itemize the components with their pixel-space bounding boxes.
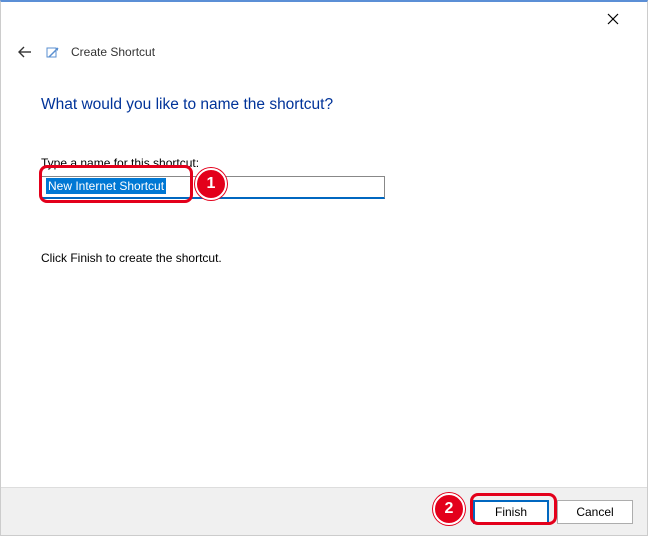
- button-bar: Finish Cancel: [1, 487, 647, 535]
- shortcut-name-input[interactable]: New Internet Shortcut: [41, 176, 385, 199]
- name-field-label: Type a name for this shortcut:: [41, 156, 607, 170]
- close-icon: [607, 13, 619, 25]
- instruction-text: Click Finish to create the shortcut.: [41, 251, 607, 265]
- close-button[interactable]: [591, 4, 635, 34]
- wizard-header: Create Shortcut: [1, 36, 647, 62]
- back-arrow-icon: [17, 44, 33, 60]
- cancel-button[interactable]: Cancel: [557, 500, 633, 524]
- shortcut-wizard-icon: [45, 44, 61, 60]
- wizard-title: Create Shortcut: [71, 45, 155, 59]
- page-heading: What would you like to name the shortcut…: [41, 96, 607, 114]
- back-button[interactable]: [15, 42, 35, 62]
- finish-button[interactable]: Finish: [473, 500, 549, 524]
- wizard-content: What would you like to name the shortcut…: [1, 62, 647, 265]
- title-bar: [1, 2, 647, 36]
